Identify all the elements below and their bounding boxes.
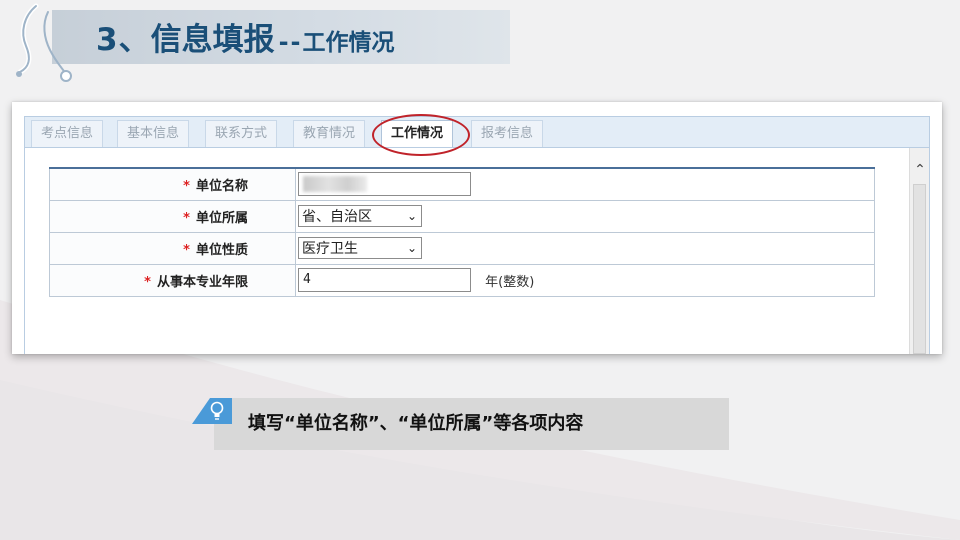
form-row-employer: * 单位名称 bbox=[49, 167, 875, 201]
affiliation-label: 单位所属 bbox=[195, 210, 248, 226]
form-screenshot-panel: 考点信息 基本信息 联系方式 教育情况 工作情况 报考信息 ⌃ * 单位名称 * 单… bbox=[12, 102, 942, 354]
required-mark: * bbox=[183, 242, 190, 258]
title-separator: -- bbox=[278, 28, 303, 56]
required-mark: * bbox=[144, 274, 151, 290]
affiliation-value: 省、自治区 bbox=[302, 209, 372, 225]
chevron-down-icon: ⌄ bbox=[406, 209, 417, 223]
chevron-up-icon[interactable]: ⌃ bbox=[910, 160, 930, 180]
field-label: * 单位名称 bbox=[49, 167, 296, 201]
field-value: 医疗卫生 ⌄ bbox=[295, 231, 875, 265]
tab-exam-site[interactable]: 考点信息 bbox=[31, 120, 104, 147]
employer-name-input[interactable] bbox=[298, 172, 471, 197]
work-info-form: * 单位名称 * 单位所属 省、自治区 ⌄ * 单位性质 医疗卫生 ⌄ * 从事… bbox=[49, 167, 875, 297]
title-main: 信息填报 bbox=[150, 22, 275, 58]
scroll-thumb[interactable] bbox=[913, 184, 926, 354]
field-label: * 从事本专业年限 bbox=[49, 263, 296, 297]
years-input[interactable]: 4 bbox=[298, 268, 471, 292]
field-value: 4 年(整数) bbox=[295, 263, 875, 297]
field-value bbox=[295, 167, 875, 201]
tab-work[interactable]: 工作情况 bbox=[381, 120, 454, 147]
years-label: 从事本专业年限 bbox=[156, 274, 248, 290]
tab-application[interactable]: 报考信息 bbox=[471, 120, 544, 147]
title-number: 3、 bbox=[96, 22, 151, 58]
tab-bar: 考点信息 基本信息 联系方式 教育情况 工作情况 报考信息 bbox=[24, 116, 930, 148]
tab-education[interactable]: 教育情况 bbox=[293, 120, 366, 147]
vertical-scrollbar[interactable]: ⌃ bbox=[909, 148, 929, 354]
nature-value: 医疗卫生 bbox=[302, 241, 358, 257]
chevron-down-icon: ⌄ bbox=[406, 241, 417, 255]
employer-label: 单位名称 bbox=[195, 178, 248, 194]
caption-text: 填写“单位名称”、“单位所属”等各项内容 bbox=[248, 413, 584, 434]
nature-select[interactable]: 医疗卫生 ⌄ bbox=[298, 237, 422, 259]
affiliation-select[interactable]: 省、自治区 ⌄ bbox=[298, 205, 422, 227]
lightbulb-icon bbox=[210, 401, 224, 420]
page-title: 3、 信息填报 -- 工作情况 bbox=[96, 14, 395, 60]
field-value: 省、自治区 ⌄ bbox=[295, 199, 875, 233]
tab-basic-info[interactable]: 基本信息 bbox=[117, 120, 190, 147]
nature-label: 单位性质 bbox=[195, 242, 248, 258]
tab-contact[interactable]: 联系方式 bbox=[205, 120, 278, 147]
redacted-value bbox=[303, 176, 367, 193]
form-row-nature: * 单位性质 医疗卫生 ⌄ bbox=[49, 231, 875, 265]
years-suffix: 年(整数) bbox=[485, 274, 535, 290]
form-row-years: * 从事本专业年限 4 年(整数) bbox=[49, 263, 875, 297]
field-label: * 单位性质 bbox=[49, 231, 296, 265]
field-label: * 单位所属 bbox=[49, 199, 296, 233]
form-row-affiliation: * 单位所属 省、自治区 ⌄ bbox=[49, 199, 875, 233]
required-mark: * bbox=[183, 210, 190, 226]
stethoscope-icon bbox=[16, 3, 72, 82]
required-mark: * bbox=[183, 178, 190, 194]
title-subtitle: 工作情况 bbox=[302, 30, 395, 56]
